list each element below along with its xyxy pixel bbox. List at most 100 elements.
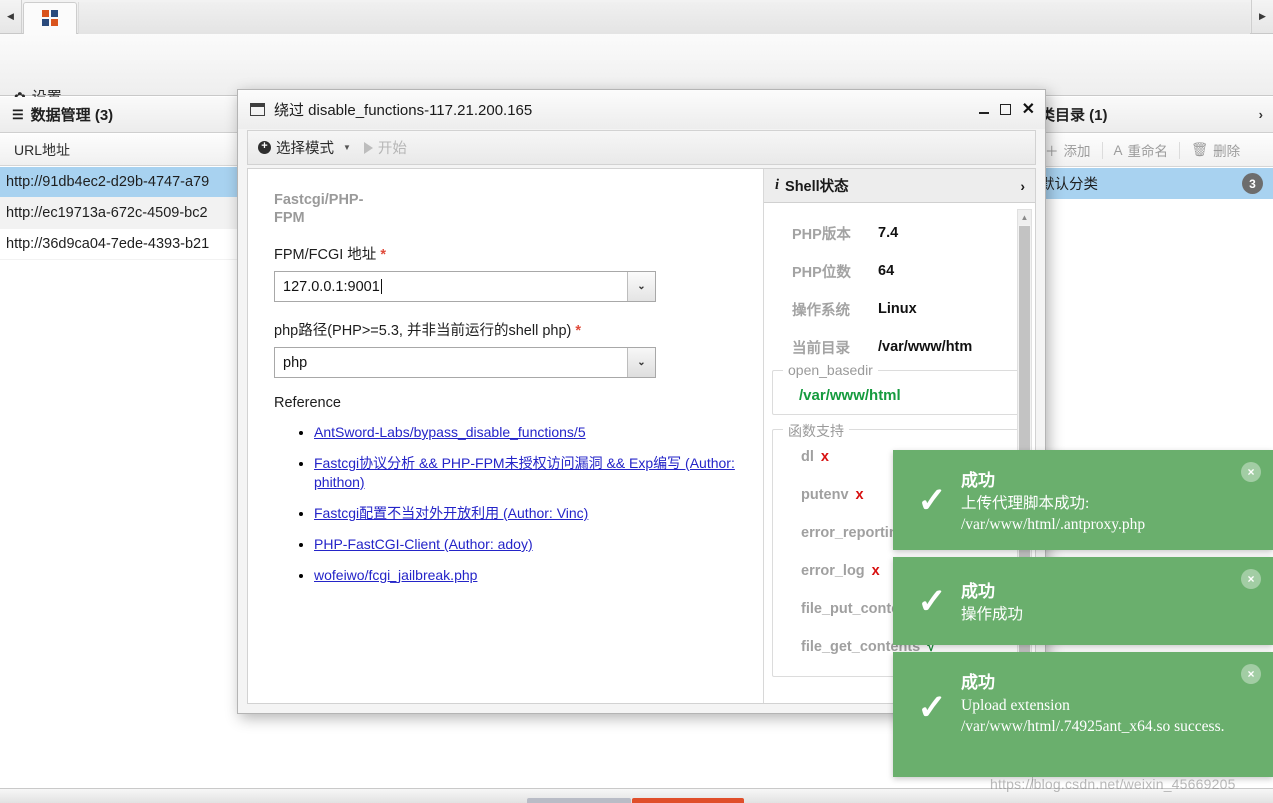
list-item: wofeiwo/fcgi_jailbreak.php [314,566,737,585]
php-path-label: php路径(PHP>=5.3, 并非当前运行的shell php) * [274,319,737,340]
fpm-address-value: 127.0.0.1:9001 [283,278,380,295]
check-icon: ✓ [917,688,947,727]
toast-title: 成功 [961,470,995,490]
data-management-title: 数据管理 (3) [30,107,114,124]
grid-icon [41,10,59,27]
toast-title: 成功 [961,673,995,692]
list-item: Fastcgi协议分析 && PHP-FPM未授权访问漏洞 && Exp编写 (… [314,454,737,492]
dialog-title: 绕过 disable_functions-117.21.200.165 [274,102,533,119]
open-basedir-group: open_basedir /var/www/html [772,362,1021,415]
php-path-label-text: php路径(PHP>=5.3, 并非当前运行的shell php) [274,323,572,339]
shell-status-header[interactable]: i Shell状态 › [764,169,1035,203]
toast-notification[interactable]: ✓ 成功 操作成功 × [893,557,1273,645]
tab-scroll-left-button[interactable]: ◀ [0,0,22,33]
function-status-icon: x [855,487,864,503]
toast-title: 成功 [961,582,995,601]
tab-scroll-right-button[interactable]: ▶ [1251,0,1273,33]
rename-category-button[interactable]: A 重命名 [1103,140,1180,160]
start-button[interactable]: 开始 [363,137,407,158]
reference-link[interactable]: Fastcgi配置不当对外开放利用 (Author: Vinc) [314,505,588,521]
add-label: 添加 [1063,144,1091,159]
info-row-os: 操作系统 Linux [764,290,1035,328]
info-value: 7.4 [878,225,899,241]
window-icon [250,103,265,116]
play-icon [363,141,373,154]
shell-status-title: Shell状态 [785,179,849,195]
select-mode-label: 选择模式 [276,141,334,157]
caret-up-icon[interactable]: ▲ [1018,210,1031,225]
open-basedir-legend: open_basedir [783,362,878,378]
close-icon[interactable]: × [1241,569,1261,589]
info-row-php-bits: PHP位数 64 [764,252,1035,290]
reference-link[interactable]: PHP-FastCGI-Client (Author: adoy) [314,536,533,552]
taskbar-item-2[interactable] [632,798,744,803]
reference-title: Reference [274,395,341,411]
list-item: AntSword-Labs/bypass_disable_functions/5 [314,423,737,442]
info-key: PHP位数 [792,264,851,281]
tab-main[interactable] [23,2,77,34]
category-directory-title: 类目录 (1) [1040,107,1108,124]
info-row-current-dir: 当前目录 /var/www/htm [764,328,1035,366]
plus-icon: ＋ [1045,144,1059,159]
open-basedir-value: /var/www/html [799,387,901,404]
info-value: Linux [878,301,917,317]
list-item: PHP-FastCGI-Client (Author: adoy) [314,535,737,554]
required-marker: * [575,323,582,339]
close-icon[interactable]: ✕ [1022,101,1035,118]
php-path-input[interactable]: php ⌄ [274,347,656,378]
category-label: 默认分类 [1040,177,1098,193]
start-label: 开始 [377,141,407,157]
info-value: 64 [878,263,895,279]
close-icon[interactable]: × [1241,664,1261,684]
php-path-value: php [283,354,308,371]
url-text: http://ec19713a-672c-4509-bc2 [6,205,208,221]
function-name: dl [801,449,814,465]
fpm-address-label: FPM/FCGI 地址 * [274,243,737,264]
toast-notification[interactable]: ✓ 成功 上传代理脚本成功: /var/www/html/.antproxy.p… [893,450,1273,550]
fastcgi-section-title: Fastcgi/PHP-FPM [274,192,364,226]
url-text: http://91db4ec2-d29b-4747-a79 [6,174,210,190]
watermark: https://blog.csdn.net/weixin_45669205 [990,776,1236,792]
tab-bar-empty-area [78,2,1250,34]
required-marker: * [380,247,386,263]
toast-message: 操作成功 [961,606,1024,623]
toast-notification[interactable]: ✓ 成功 Upload extension /var/www/html/.749… [893,652,1273,777]
reference-link[interactable]: Fastcgi协议分析 && PHP-FPM未授权访问漏洞 && Exp编写 (… [314,455,735,490]
reference-link[interactable]: AntSword-Labs/bypass_disable_functions/5 [314,424,586,440]
plus-circle-icon: + [258,141,271,154]
info-value: /var/www/htm [878,339,973,355]
category-directory-header: 类目录 (1) › [1034,97,1273,133]
fastcgi-form: Fastcgi/PHP-FPM FPM/FCGI 地址 * 127.0.0.1:… [248,169,764,703]
info-row-php-version: PHP版本 7.4 [764,214,1035,252]
close-icon[interactable]: × [1241,462,1261,482]
reference-link-list: AntSword-Labs/bypass_disable_functions/5… [274,423,737,585]
reference-link[interactable]: wofeiwo/fcgi_jailbreak.php [314,567,477,583]
chevron-right-icon[interactable]: › [1020,178,1025,194]
dialog-titlebar[interactable]: 绕过 disable_functions-117.21.200.165 ✕ [238,90,1045,129]
fpm-address-dropdown-icon[interactable]: ⌄ [627,272,655,301]
taskbar-item-1[interactable] [527,798,631,803]
category-row-default[interactable]: 默认分类 3 [1034,168,1273,199]
check-icon: ✓ [917,581,947,621]
info-key: 当前目录 [792,340,850,357]
caret-down-icon[interactable]: ▼ [343,143,351,152]
info-key: 操作系统 [792,302,850,319]
settings-bar: ✿ 设置 [0,34,1273,106]
function-support-legend: 函数支持 [783,421,849,441]
toast-message: Upload extension /var/www/html/.74925ant… [961,697,1225,735]
category-toolbar: ＋ 添加 A 重命名 🗑 删除 [1034,134,1273,167]
trash-icon: 🗑 [1191,142,1209,157]
function-name: putenv [801,487,849,503]
fpm-address-input[interactable]: 127.0.0.1:9001 ⌄ [274,271,656,302]
minimize-icon[interactable] [978,112,989,114]
fpm-address-label-text: FPM/FCGI 地址 [274,247,377,263]
chevron-right-icon[interactable]: › [1259,107,1263,122]
maximize-icon[interactable] [999,104,1011,115]
delete-category-button[interactable]: 🗑 删除 [1180,140,1251,160]
info-key: PHP版本 [792,226,851,243]
application-window: ◀ ▶ ✿ 设置 ☰ 数据管理 (3) URL地址 http://91db4ec… [0,0,1273,803]
select-mode-button[interactable]: + 选择模式 [258,137,334,158]
text-caret [380,279,382,294]
info-icon: i [775,177,780,193]
php-path-dropdown-icon[interactable]: ⌄ [627,348,655,377]
